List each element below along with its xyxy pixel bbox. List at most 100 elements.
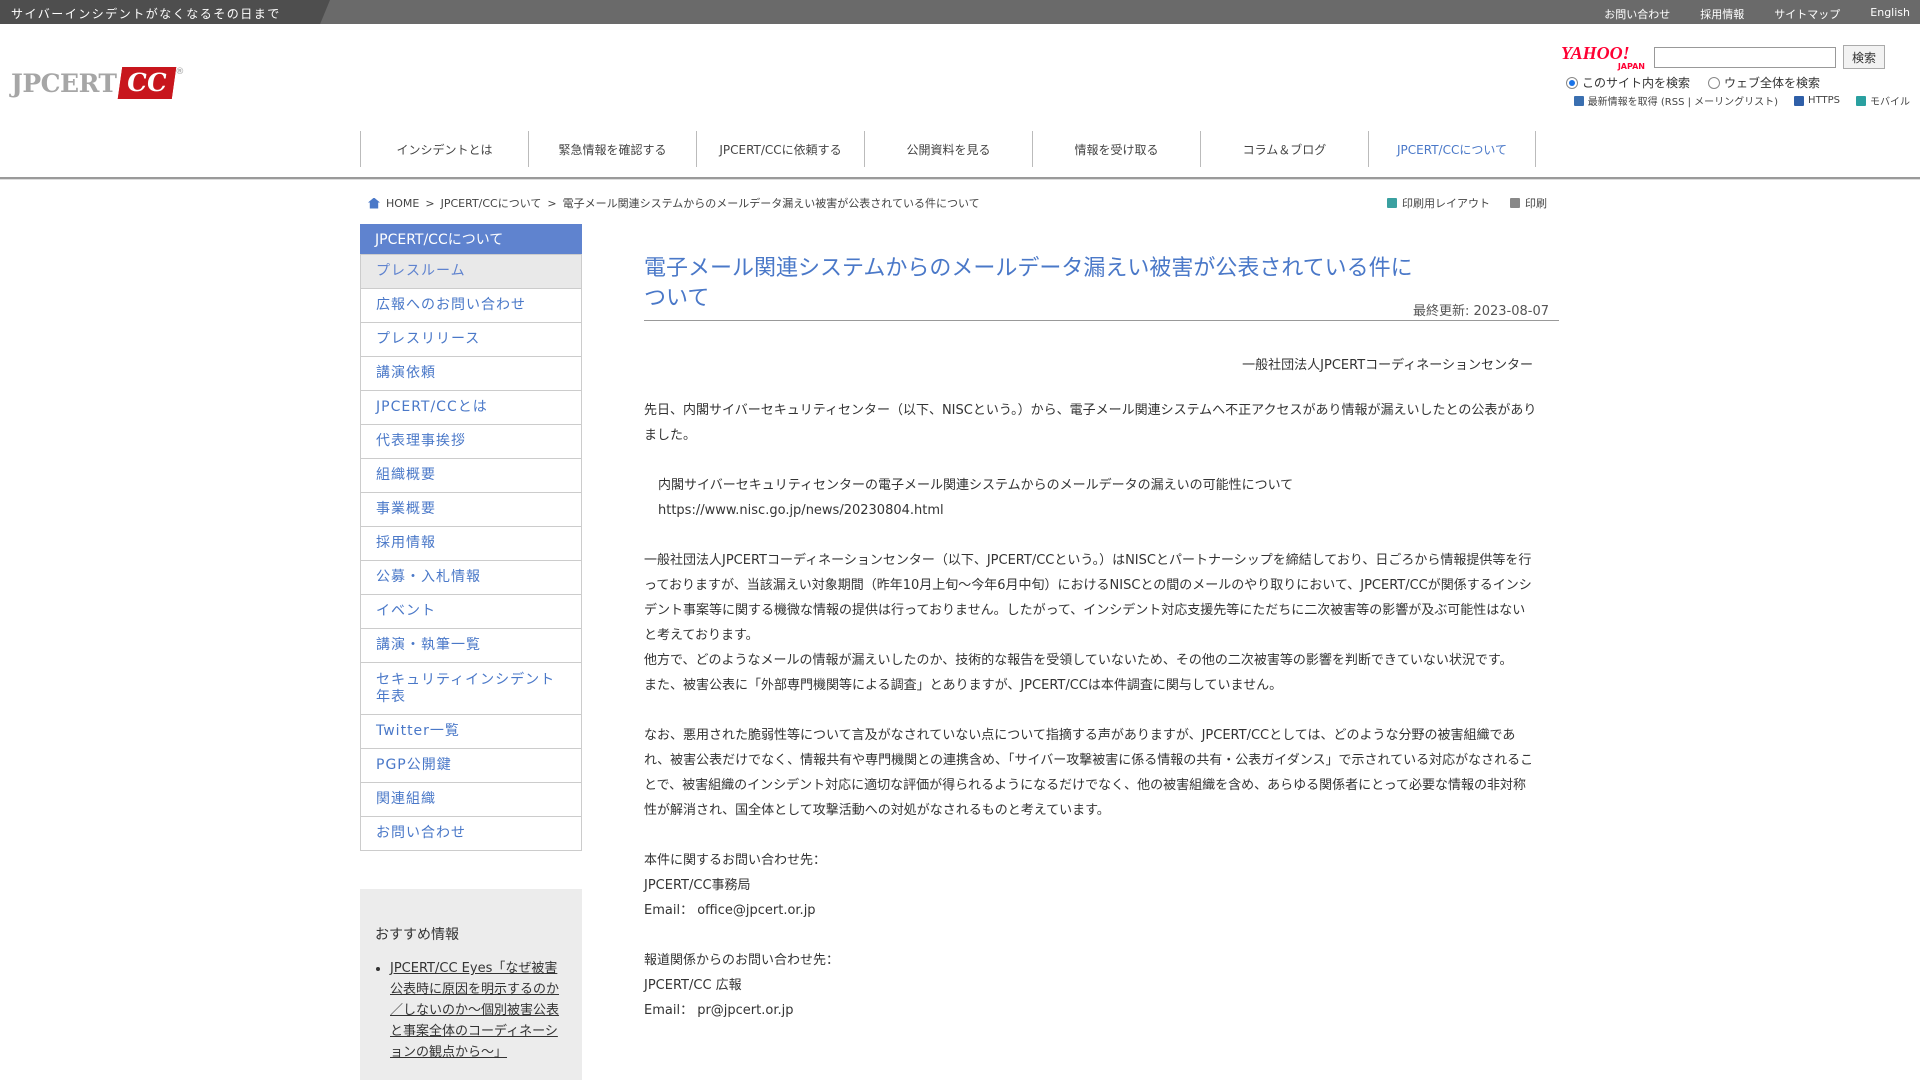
print-links: 印刷用レイアウト 印刷	[1387, 195, 1547, 211]
mobile-label: モバイル	[1870, 97, 1910, 108]
radio-site-search[interactable]: このサイト内を検索	[1566, 74, 1690, 91]
nav-incident[interactable]: インシデントとは	[360, 131, 528, 167]
reference-title: 内閣サイバーセキュリティセンターの電子メール関連システムからのメールデータの漏え…	[658, 478, 1294, 493]
mobile-icon	[1856, 95, 1866, 106]
sidebar-item-events[interactable]: イベント	[361, 594, 581, 628]
radio-site-label: このサイト内を検索	[1582, 76, 1691, 90]
print-layout-link[interactable]: 印刷用レイアウト	[1387, 195, 1490, 211]
nav-request[interactable]: JPCERT/CCに依頼する	[696, 131, 864, 167]
recommend-list: JPCERT/CC Eyes「なぜ被害公表時に原因を明示するのか／しないのか～個…	[375, 958, 567, 1063]
breadcrumb-home[interactable]: HOME	[386, 197, 419, 210]
sidebar-item-pressroom[interactable]: プレスルーム	[361, 254, 581, 288]
radio-web-label: ウェブ全体を検索	[1724, 76, 1821, 90]
sidebar-list: プレスルーム 広報へのお問い合わせ プレスリリース 講演依頼 JPCERT/CC…	[360, 254, 582, 851]
article-paragraph: また、被害公表に「外部専門機関等による調査」とありますが、JPCERT/CCは本…	[644, 678, 1283, 693]
logo-text-jp: JPCERT	[11, 68, 117, 98]
top-link-recruit[interactable]: 採用情報	[1700, 6, 1744, 22]
contact-label: 本件に関するお問い合わせ先：	[644, 853, 827, 868]
page-title: 電子メール関連システムからのメールデータ漏えい被害が公表されている件について	[644, 256, 1413, 311]
mobile-link[interactable]: モバイル	[1856, 93, 1910, 108]
search-input[interactable]	[1654, 47, 1836, 68]
sidebar-item-contact[interactable]: お問い合わせ	[361, 816, 581, 850]
search-scope: このサイト内を検索 ウェブ全体を検索	[1566, 74, 1820, 91]
nav-emergency[interactable]: 緊急情報を確認する	[528, 131, 696, 167]
print-link[interactable]: 印刷	[1510, 195, 1547, 211]
home-icon	[368, 197, 380, 209]
article-paragraph: 他方で、どのようなメールの情報が漏えいしたのか、技術的な報告を受領していないため…	[644, 653, 1513, 668]
article: 電子メール関連システムからのメールデータ漏えい被害が公表されている件について 最…	[644, 254, 1559, 1023]
sidebar-item-greeting[interactable]: 代表理事挨拶	[361, 424, 581, 458]
tagline: サイバーインシデントがなくなるその日まで	[11, 7, 281, 21]
logo-text-cc: CC	[117, 67, 176, 99]
sidebar-item-twitter[interactable]: Twitter一覧	[361, 714, 581, 748]
sidebar-item-pgp[interactable]: PGP公開鍵	[361, 748, 581, 782]
sidebar-item-press-release[interactable]: プレスリリース	[361, 322, 581, 356]
https-label: HTTPS	[1808, 95, 1840, 106]
article-paragraph: なお、悪用された脆弱性等について言及がなされていない点について指摘する声がありま…	[644, 728, 1534, 818]
top-link-sitemap[interactable]: サイトマップ	[1774, 6, 1840, 22]
last-updated: 最終更新: 2023-08-07	[1412, 304, 1549, 319]
print-label: 印刷	[1525, 197, 1547, 210]
sidebar-item-organization[interactable]: 組織概要	[361, 458, 581, 492]
yahoo-logo-text: YAHOO!	[1561, 43, 1630, 63]
top-link-english[interactable]: English	[1870, 6, 1910, 22]
sidebar-item-recruit[interactable]: 採用情報	[361, 526, 581, 560]
sidebar-item-about-jpcert[interactable]: JPCERT/CCとは	[361, 390, 581, 424]
recommend-box: おすすめ情報 JPCERT/CC Eyes「なぜ被害公表時に原因を明示するのか／…	[360, 889, 582, 1080]
logo-registered: ®	[175, 67, 185, 77]
press-contact-label: 報道関係からのお問い合わせ先：	[644, 953, 840, 968]
recommend-item[interactable]: JPCERT/CC Eyes「なぜ被害公表時に原因を明示するのか／しないのか～個…	[390, 958, 567, 1063]
rss-label: 最新情報を取得 (RSS | メーリングリスト)	[1587, 97, 1779, 108]
breadcrumb-sep: >	[425, 196, 435, 210]
printer-icon	[1510, 198, 1520, 208]
https-link[interactable]: HTTPS	[1794, 93, 1840, 108]
sidebar-item-incident-timeline[interactable]: セキュリティインシデント年表	[361, 662, 581, 714]
radio-web-dot[interactable]	[1708, 76, 1721, 89]
sidebar-item-lecture-request[interactable]: 講演依頼	[361, 356, 581, 390]
recommend-title: おすすめ情報	[375, 927, 459, 943]
sidebar-item-bidding[interactable]: 公募・入札情報	[361, 560, 581, 594]
article-paragraph: 先日、内閣サイバーセキュリティセンター（以下、NISCという。）から、電子メール…	[644, 403, 1537, 443]
tagline-band: サイバーインシデントがなくなるその日まで	[0, 0, 330, 24]
article-body: 先日、内閣サイバーセキュリティセンター（以下、NISCという。）から、電子メール…	[644, 398, 1537, 1023]
sub-info-links: 最新情報を取得 (RSS | メーリングリスト) HTTPS モバイル	[1573, 93, 1910, 108]
nav-about[interactable]: JPCERT/CCについて	[1368, 131, 1536, 167]
top-nav: お問い合わせ 採用情報 サイトマップ English	[1604, 6, 1910, 22]
title-divider	[644, 320, 1559, 321]
breadcrumb-sep: >	[547, 196, 557, 210]
yahoo-logo-sub: JAPAN	[1617, 62, 1645, 71]
breadcrumb-current: 電子メール関連システムからのメールデータ漏えい被害が公表されている件について	[562, 197, 980, 210]
sidebar-header[interactable]: JPCERT/CCについて	[360, 224, 582, 254]
sidebar: JPCERT/CCについて プレスルーム 広報へのお問い合わせ プレスリリース …	[360, 224, 582, 851]
press-contact-email[interactable]: Email： pr@jpcert.or.jp	[644, 998, 1537, 1023]
breadcrumb-about[interactable]: JPCERT/CCについて	[441, 195, 542, 211]
document-icon	[1387, 198, 1397, 208]
contact-email[interactable]: Email： office@jpcert.or.jp	[644, 898, 1537, 923]
article-org: 一般社団法人JPCERTコーディネーションセンター	[1242, 358, 1533, 373]
nav-divider-light	[0, 179, 1920, 180]
rss-icon	[1573, 95, 1584, 106]
sidebar-item-pr-contact[interactable]: 広報へのお問い合わせ	[361, 288, 581, 322]
contact-org: JPCERT/CC事務局	[644, 878, 751, 893]
lock-icon	[1794, 95, 1805, 106]
nav-publications[interactable]: 公開資料を見る	[864, 131, 1032, 167]
search-button[interactable]: 検索	[1843, 45, 1885, 69]
site-logo[interactable]: JPCERT CC ®	[11, 67, 184, 99]
article-paragraph: 一般社団法人JPCERTコーディネーションセンター（以下、JPCERT/CCとい…	[644, 553, 1532, 643]
main-nav: インシデントとは 緊急情報を確認する JPCERT/CCに依頼する 公開資料を見…	[360, 131, 1536, 167]
radio-web-search[interactable]: ウェブ全体を検索	[1708, 74, 1820, 91]
print-layout-label: 印刷用レイアウト	[1402, 197, 1490, 210]
sidebar-item-business[interactable]: 事業概要	[361, 492, 581, 526]
yahoo-logo: YAHOO! JAPAN	[1561, 44, 1649, 71]
nav-receive-info[interactable]: 情報を受け取る	[1032, 131, 1200, 167]
sidebar-item-lectures-list[interactable]: 講演・執筆一覧	[361, 628, 581, 662]
radio-site-dot[interactable]	[1566, 76, 1578, 89]
nav-column-blog[interactable]: コラム＆ブログ	[1200, 131, 1368, 167]
sidebar-item-related-orgs[interactable]: 関連組織	[361, 782, 581, 816]
top-bar: サイバーインシデントがなくなるその日まで お問い合わせ 採用情報 サイトマップ …	[0, 0, 1920, 24]
press-contact-org: JPCERT/CC 広報	[644, 978, 742, 993]
breadcrumb: HOME > JPCERT/CCについて > 電子メール関連システムからのメール…	[368, 195, 980, 211]
rss-link[interactable]: 最新情報を取得 (RSS | メーリングリスト)	[1573, 93, 1779, 108]
top-link-contact[interactable]: お問い合わせ	[1604, 6, 1670, 22]
reference-url[interactable]: https://www.nisc.go.jp/news/20230804.htm…	[644, 498, 1537, 523]
